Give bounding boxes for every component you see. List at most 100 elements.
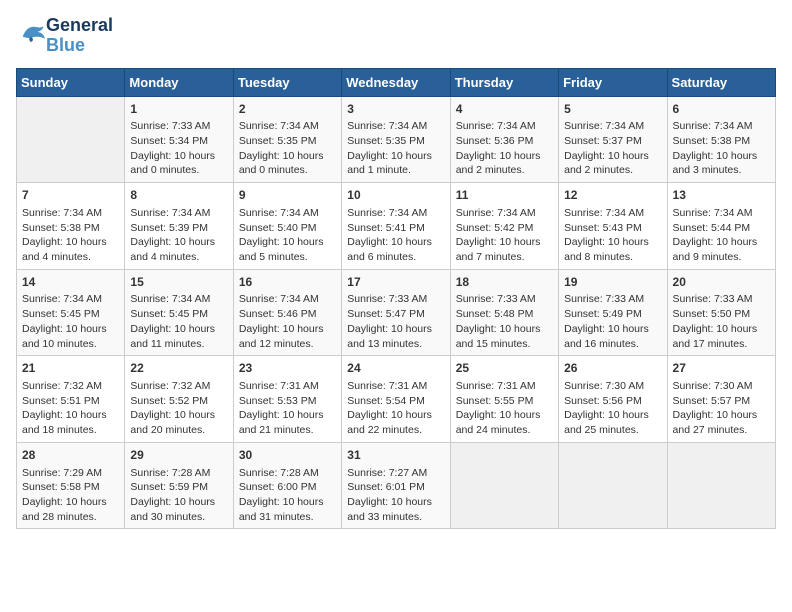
day-info: Sunrise: 7:34 AM Sunset: 5:37 PM Dayligh…	[564, 119, 661, 178]
calendar-week-row: 7 Sunrise: 7:34 AM Sunset: 5:38 PM Daylig…	[17, 183, 776, 270]
day-number: 6	[673, 101, 770, 118]
weekday-header-thursday: Thursday	[450, 68, 558, 96]
day-number: 23	[239, 360, 336, 377]
logo: General Blue	[16, 16, 113, 56]
day-number: 15	[130, 274, 227, 291]
calendar-cell: 31 Sunrise: 7:27 AM Sunset: 6:01 PM Dayli…	[342, 442, 450, 529]
calendar-cell: 19Sunrise: 7:33 AM Sunset: 5:49 PM Dayli…	[559, 269, 667, 356]
logo-bird-icon	[18, 22, 46, 44]
day-number: 13	[673, 187, 770, 204]
calendar-cell: 12 Sunrise: 7:34 AM Sunset: 5:43 PM Dayli…	[559, 183, 667, 270]
calendar-week-row: 21 Sunrise: 7:32 AM Sunset: 5:51 PM Dayli…	[17, 356, 776, 443]
calendar-cell	[559, 442, 667, 529]
calendar-cell: 4Sunrise: 7:34 AM Sunset: 5:36 PM Daylig…	[450, 96, 558, 183]
day-info: Sunrise: 7:34 AM Sunset: 5:45 PM Dayligh…	[130, 292, 227, 351]
calendar-cell: 26 Sunrise: 7:30 AM Sunset: 5:56 PM Dayli…	[559, 356, 667, 443]
calendar-cell: 29Sunrise: 7:28 AM Sunset: 5:59 PM Dayli…	[125, 442, 233, 529]
calendar-cell: 5Sunrise: 7:34 AM Sunset: 5:37 PM Daylig…	[559, 96, 667, 183]
day-number: 30	[239, 447, 336, 464]
calendar-cell	[667, 442, 775, 529]
day-info: Sunrise: 7:32 AM Sunset: 5:51 PM Dayligh…	[22, 379, 119, 438]
calendar-cell: 7 Sunrise: 7:34 AM Sunset: 5:38 PM Daylig…	[17, 183, 125, 270]
calendar-cell: 16Sunrise: 7:34 AM Sunset: 5:46 PM Dayli…	[233, 269, 341, 356]
day-info: Sunrise: 7:34 AM Sunset: 5:38 PM Dayligh…	[22, 206, 119, 265]
calendar-cell: 20Sunrise: 7:33 AM Sunset: 5:50 PM Dayli…	[667, 269, 775, 356]
day-info: Sunrise: 7:34 AM Sunset: 5:39 PM Dayligh…	[130, 206, 227, 265]
day-info: Sunrise: 7:33 AM Sunset: 5:49 PM Dayligh…	[564, 292, 661, 351]
logo-text: General Blue	[46, 16, 113, 56]
calendar-cell: 15Sunrise: 7:34 AM Sunset: 5:45 PM Dayli…	[125, 269, 233, 356]
calendar-cell: 11 Sunrise: 7:34 AM Sunset: 5:42 PM Dayli…	[450, 183, 558, 270]
day-number: 14	[22, 274, 119, 291]
day-number: 31	[347, 447, 444, 464]
calendar-cell	[17, 96, 125, 183]
day-info: Sunrise: 7:34 AM Sunset: 5:38 PM Dayligh…	[673, 119, 770, 178]
calendar-week-row: 14Sunrise: 7:34 AM Sunset: 5:45 PM Dayli…	[17, 269, 776, 356]
weekday-header-tuesday: Tuesday	[233, 68, 341, 96]
calendar-cell: 17Sunrise: 7:33 AM Sunset: 5:47 PM Dayli…	[342, 269, 450, 356]
day-number: 12	[564, 187, 661, 204]
day-info: Sunrise: 7:28 AM Sunset: 6:00 PM Dayligh…	[239, 466, 336, 525]
calendar-cell: 2Sunrise: 7:34 AM Sunset: 5:35 PM Daylig…	[233, 96, 341, 183]
day-info: Sunrise: 7:34 AM Sunset: 5:46 PM Dayligh…	[239, 292, 336, 351]
day-info: Sunrise: 7:34 AM Sunset: 5:44 PM Dayligh…	[673, 206, 770, 265]
day-info: Sunrise: 7:34 AM Sunset: 5:41 PM Dayligh…	[347, 206, 444, 265]
weekday-header-sunday: Sunday	[17, 68, 125, 96]
weekday-header-row: SundayMondayTuesdayWednesdayThursdayFrid…	[17, 68, 776, 96]
day-info: Sunrise: 7:33 AM Sunset: 5:34 PM Dayligh…	[130, 119, 227, 178]
day-number: 21	[22, 360, 119, 377]
calendar-cell: 6Sunrise: 7:34 AM Sunset: 5:38 PM Daylig…	[667, 96, 775, 183]
weekday-header-wednesday: Wednesday	[342, 68, 450, 96]
day-info: Sunrise: 7:31 AM Sunset: 5:53 PM Dayligh…	[239, 379, 336, 438]
calendar-cell: 1Sunrise: 7:33 AM Sunset: 5:34 PM Daylig…	[125, 96, 233, 183]
weekday-header-friday: Friday	[559, 68, 667, 96]
day-number: 5	[564, 101, 661, 118]
calendar-table: SundayMondayTuesdayWednesdayThursdayFrid…	[16, 68, 776, 530]
day-info: Sunrise: 7:29 AM Sunset: 5:58 PM Dayligh…	[22, 466, 119, 525]
day-info: Sunrise: 7:34 AM Sunset: 5:43 PM Dayligh…	[564, 206, 661, 265]
calendar-cell: 9 Sunrise: 7:34 AM Sunset: 5:40 PM Daylig…	[233, 183, 341, 270]
day-number: 7	[22, 187, 119, 204]
day-number: 11	[456, 187, 553, 204]
calendar-cell: 10Sunrise: 7:34 AM Sunset: 5:41 PM Dayli…	[342, 183, 450, 270]
day-number: 3	[347, 101, 444, 118]
day-info: Sunrise: 7:34 AM Sunset: 5:42 PM Dayligh…	[456, 206, 553, 265]
calendar-cell: 28 Sunrise: 7:29 AM Sunset: 5:58 PM Dayli…	[17, 442, 125, 529]
day-number: 19	[564, 274, 661, 291]
day-info: Sunrise: 7:27 AM Sunset: 6:01 PM Dayligh…	[347, 466, 444, 525]
day-info: Sunrise: 7:31 AM Sunset: 5:55 PM Dayligh…	[456, 379, 553, 438]
calendar-cell: 14Sunrise: 7:34 AM Sunset: 5:45 PM Dayli…	[17, 269, 125, 356]
calendar-cell: 18Sunrise: 7:33 AM Sunset: 5:48 PM Dayli…	[450, 269, 558, 356]
day-number: 25	[456, 360, 553, 377]
day-number: 9	[239, 187, 336, 204]
day-info: Sunrise: 7:34 AM Sunset: 5:35 PM Dayligh…	[239, 119, 336, 178]
day-number: 27	[673, 360, 770, 377]
day-info: Sunrise: 7:31 AM Sunset: 5:54 PM Dayligh…	[347, 379, 444, 438]
day-info: Sunrise: 7:33 AM Sunset: 5:50 PM Dayligh…	[673, 292, 770, 351]
day-number: 1	[130, 101, 227, 118]
calendar-cell: 22Sunrise: 7:32 AM Sunset: 5:52 PM Dayli…	[125, 356, 233, 443]
calendar-cell: 27 Sunrise: 7:30 AM Sunset: 5:57 PM Dayli…	[667, 356, 775, 443]
calendar-week-row: 1Sunrise: 7:33 AM Sunset: 5:34 PM Daylig…	[17, 96, 776, 183]
weekday-header-saturday: Saturday	[667, 68, 775, 96]
day-number: 28	[22, 447, 119, 464]
calendar-week-row: 28 Sunrise: 7:29 AM Sunset: 5:58 PM Dayli…	[17, 442, 776, 529]
day-info: Sunrise: 7:32 AM Sunset: 5:52 PM Dayligh…	[130, 379, 227, 438]
day-info: Sunrise: 7:33 AM Sunset: 5:48 PM Dayligh…	[456, 292, 553, 351]
calendar-cell: 8 Sunrise: 7:34 AM Sunset: 5:39 PM Daylig…	[125, 183, 233, 270]
day-info: Sunrise: 7:30 AM Sunset: 5:56 PM Dayligh…	[564, 379, 661, 438]
calendar-cell: 21 Sunrise: 7:32 AM Sunset: 5:51 PM Dayli…	[17, 356, 125, 443]
day-number: 8	[130, 187, 227, 204]
calendar-cell: 24 Sunrise: 7:31 AM Sunset: 5:54 PM Dayli…	[342, 356, 450, 443]
day-info: Sunrise: 7:34 AM Sunset: 5:45 PM Dayligh…	[22, 292, 119, 351]
day-info: Sunrise: 7:34 AM Sunset: 5:35 PM Dayligh…	[347, 119, 444, 178]
day-info: Sunrise: 7:33 AM Sunset: 5:47 PM Dayligh…	[347, 292, 444, 351]
day-info: Sunrise: 7:34 AM Sunset: 5:40 PM Dayligh…	[239, 206, 336, 265]
calendar-cell: 3Sunrise: 7:34 AM Sunset: 5:35 PM Daylig…	[342, 96, 450, 183]
day-number: 26	[564, 360, 661, 377]
day-number: 4	[456, 101, 553, 118]
day-number: 16	[239, 274, 336, 291]
day-number: 24	[347, 360, 444, 377]
day-info: Sunrise: 7:28 AM Sunset: 5:59 PM Dayligh…	[130, 466, 227, 525]
day-info: Sunrise: 7:30 AM Sunset: 5:57 PM Dayligh…	[673, 379, 770, 438]
